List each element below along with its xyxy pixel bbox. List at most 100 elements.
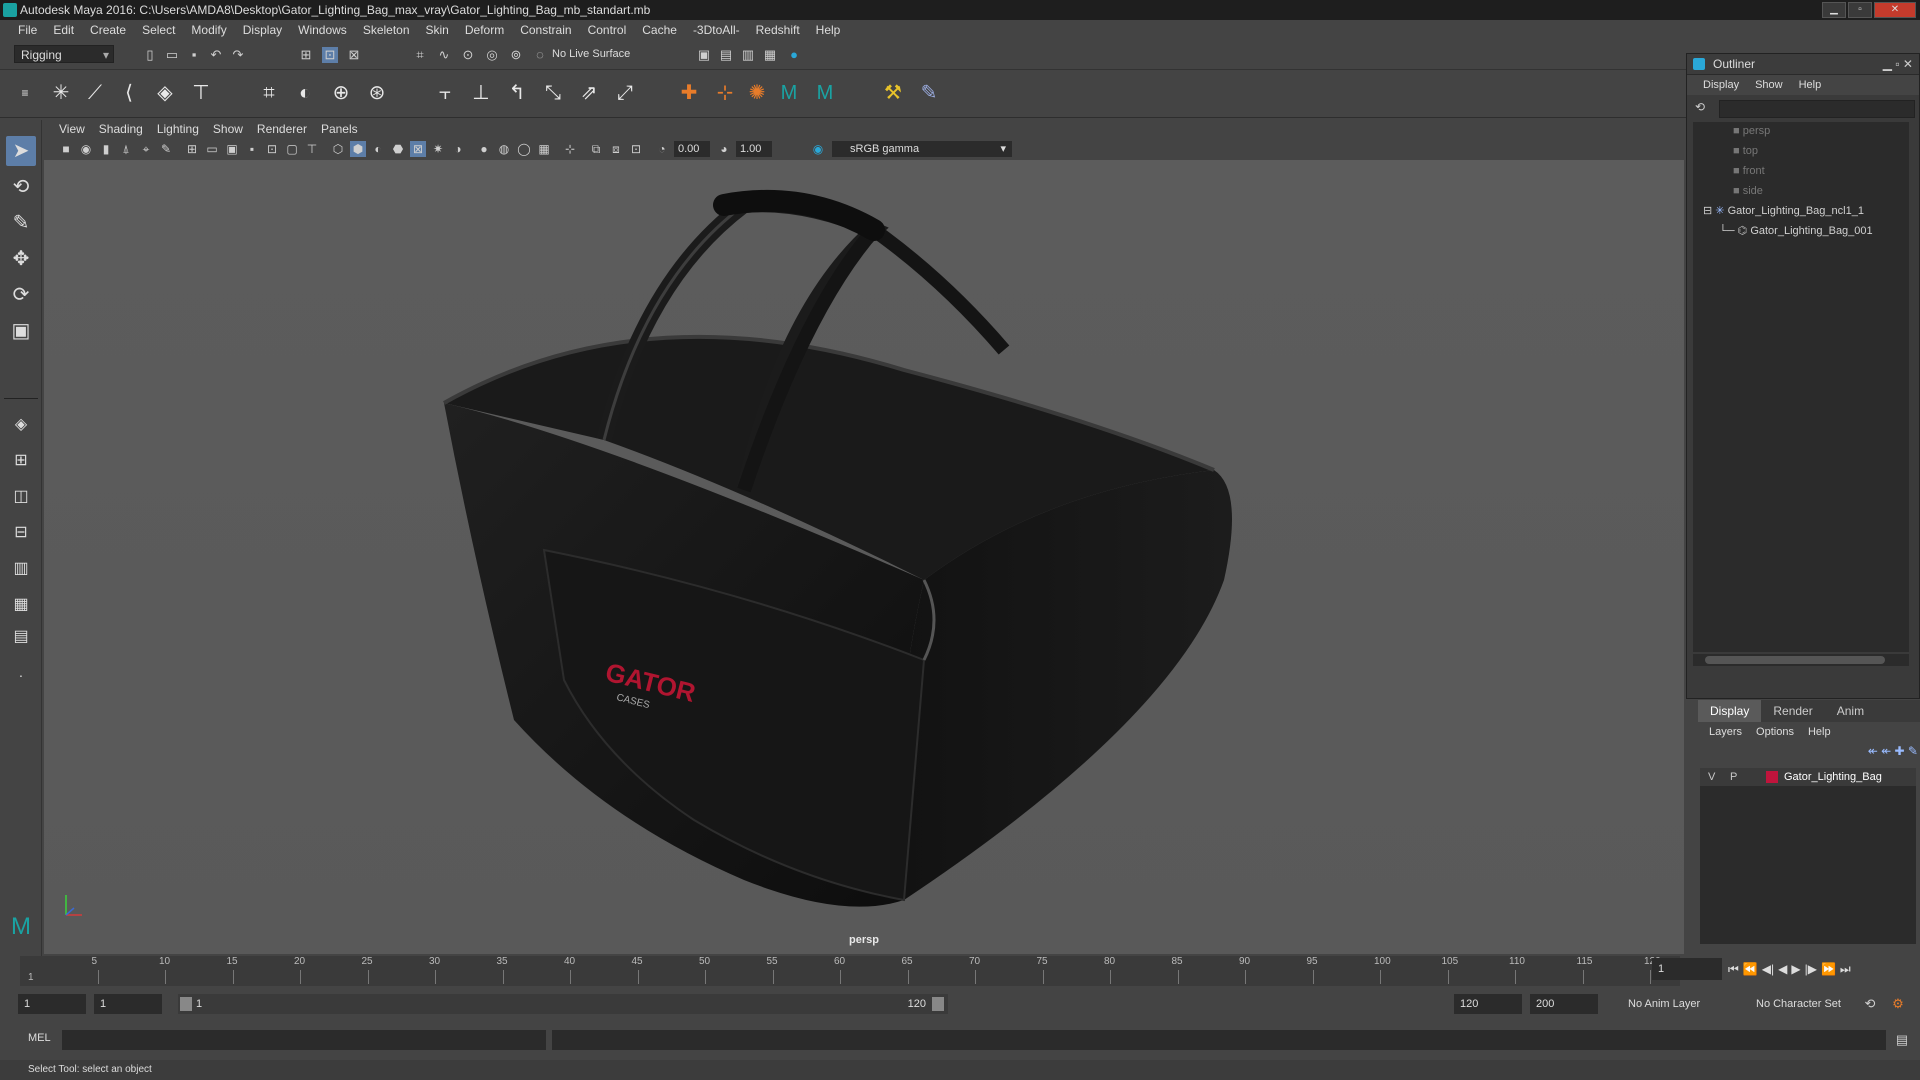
layer-color-swatch[interactable] xyxy=(1766,771,1778,783)
layer-menu-options[interactable]: Options xyxy=(1749,722,1801,742)
screen-space-ao-icon[interactable]: ● xyxy=(476,141,492,157)
snap-curve-icon[interactable]: ∿ xyxy=(436,47,452,63)
cluster-handle-icon[interactable]: ⊹ xyxy=(712,80,738,106)
auto-key-icon[interactable]: ⟲ xyxy=(1862,996,1878,1012)
layout-more-icon[interactable]: · xyxy=(6,660,36,690)
step-back-key-icon[interactable]: ⏪ xyxy=(1743,958,1758,980)
paint-weights-icon[interactable]: ⚒ xyxy=(880,80,906,106)
playback-range-bar[interactable]: 1 120 xyxy=(178,994,948,1014)
paint-select-icon[interactable]: ✎ xyxy=(6,208,36,238)
go-to-end-icon[interactable]: ⏭ xyxy=(1840,958,1851,980)
exposure-field[interactable]: 0.00 xyxy=(674,141,710,157)
layer-action-icons[interactable]: ↞ ↞ ✚ ✎ xyxy=(1818,744,1918,762)
soft-mod-icon[interactable]: ✺ xyxy=(744,80,770,106)
orient-constraint-icon[interactable]: ↰ xyxy=(504,80,530,106)
save-scene-icon[interactable]: ▪ xyxy=(186,47,202,63)
2d-pan-icon[interactable]: ⌖ xyxy=(138,141,154,157)
time-slider[interactable]: 1 5 10 15 20 25 30 35 40 45 50 55 60 65 70 75 80 85 90 95 10… xyxy=(20,956,1680,986)
tab-anim[interactable]: Anim xyxy=(1825,700,1876,722)
single-view-icon[interactable]: ◈ xyxy=(6,410,36,440)
bind-skin-icon[interactable]: ◈ xyxy=(152,80,178,106)
go-to-start-icon[interactable]: ⏮ xyxy=(1728,958,1739,980)
bookmark-icon[interactable]: ▮ xyxy=(98,141,114,157)
select-hierarchy-icon[interactable]: ⊞ xyxy=(298,47,314,63)
step-back-frame-icon[interactable]: ◀| xyxy=(1762,958,1774,980)
menu-skin[interactable]: Skin xyxy=(418,23,457,37)
menu-create[interactable]: Create xyxy=(82,23,134,37)
outliner-menu-show[interactable]: Show xyxy=(1747,75,1791,95)
menu-3dtoall[interactable]: -3DtoAll- xyxy=(685,23,748,37)
wrap-icon[interactable]: ⊕ xyxy=(328,80,354,106)
menu-windows[interactable]: Windows xyxy=(290,23,355,37)
play-forward-icon[interactable]: ▶ xyxy=(1791,958,1800,980)
film-gate-icon[interactable]: ▭ xyxy=(204,141,220,157)
outliner-menu-display[interactable]: Display xyxy=(1695,75,1747,95)
smooth-shade-icon[interactable]: ⬢ xyxy=(350,141,366,157)
vp-menu-renderer[interactable]: Renderer xyxy=(250,120,314,138)
scale-constraint-icon[interactable]: ⤡ xyxy=(540,80,566,106)
gate-mask-icon[interactable]: ▪ xyxy=(244,141,260,157)
menu-skeleton[interactable]: Skeleton xyxy=(355,23,418,37)
persp-hypershade-icon[interactable]: ▤ xyxy=(6,622,36,652)
camera-attr-icon[interactable]: ◉ xyxy=(78,141,94,157)
step-forward-key-icon[interactable]: ⏩ xyxy=(1821,958,1836,980)
snap-grid-icon[interactable]: ⌗ xyxy=(412,47,428,63)
anti-alias-icon[interactable]: ◯ xyxy=(516,141,532,157)
maya-home-icon[interactable]: M xyxy=(6,912,36,942)
outliner-h-scrollbar[interactable] xyxy=(1693,654,1909,666)
menu-edit[interactable]: Edit xyxy=(45,23,82,37)
motion-blur-icon[interactable]: ◍ xyxy=(496,141,512,157)
joint-tool-icon[interactable]: ✳ xyxy=(48,80,74,106)
shelf-menu-icon[interactable]: ≡ xyxy=(12,80,38,106)
minimize-button[interactable]: ▁ xyxy=(1822,2,1846,18)
menu-select[interactable]: Select xyxy=(134,23,183,37)
menu-deform[interactable]: Deform xyxy=(457,23,512,37)
close-button[interactable]: ✕ xyxy=(1874,2,1916,18)
select-camera-icon[interactable]: ■ xyxy=(58,141,74,157)
render-frame-icon[interactable]: ▤ xyxy=(718,47,734,63)
command-input[interactable] xyxy=(62,1030,546,1050)
ik-handle-icon[interactable]: ⟋ xyxy=(82,80,108,106)
view-transform-dropdown[interactable]: sRGB gamma xyxy=(832,141,1012,157)
safe-action-icon[interactable]: ▢ xyxy=(284,141,300,157)
grid-icon[interactable]: ⊞ xyxy=(184,141,200,157)
ik-spline-icon[interactable]: ⟨ xyxy=(116,80,142,106)
locator-icon[interactable]: ✚ xyxy=(676,80,702,106)
wireframe-on-shaded-icon[interactable]: ⬣ xyxy=(390,141,406,157)
persp-graph-icon[interactable]: ▦ xyxy=(6,590,36,620)
hik-character-icon[interactable]: M xyxy=(812,80,838,106)
hik-icon[interactable]: M xyxy=(776,80,802,106)
scale-tool-icon[interactable]: ▣ xyxy=(6,316,36,346)
field-chart-icon[interactable]: ⊡ xyxy=(264,141,280,157)
layer-menu-layers[interactable]: Layers xyxy=(1702,722,1749,742)
menu-redshift[interactable]: Redshift xyxy=(748,23,808,37)
aim-constraint-icon[interactable]: ⇗ xyxy=(576,80,602,106)
depth-of-field-icon[interactable]: ▦ xyxy=(536,141,552,157)
vp-menu-panels[interactable]: Panels xyxy=(314,120,365,138)
snap-view-icon[interactable]: ◌ xyxy=(532,47,548,63)
anim-prefs-icon[interactable]: ⚙ xyxy=(1890,996,1906,1012)
anim-start-field[interactable]: 1 xyxy=(94,994,162,1014)
grease-pencil-icon[interactable]: ✎ xyxy=(158,141,174,157)
layer-visibility[interactable]: V xyxy=(1708,768,1715,786)
outliner-window-controls[interactable]: ▁ ▫ ✕ xyxy=(1883,54,1913,74)
character-set-dropdown[interactable]: No Character Set xyxy=(1750,994,1866,1014)
outliner-search-input[interactable] xyxy=(1719,100,1915,118)
menu-help[interactable]: Help xyxy=(808,23,849,37)
vp-menu-shading[interactable]: Shading xyxy=(92,120,150,138)
outliner-item-mesh[interactable]: └─ ⌬ Gator_Lighting_Bag_001 xyxy=(1719,222,1873,240)
safe-title-icon[interactable]: ⊤ xyxy=(304,141,320,157)
live-surface-field[interactable]: No Live Surface xyxy=(552,46,652,62)
play-back-icon[interactable]: ◀ xyxy=(1778,958,1787,980)
viewport-scene[interactable]: GATOR CASES persp xyxy=(44,160,1684,954)
current-frame-field[interactable]: 1 xyxy=(1652,958,1722,980)
xray-joints-icon[interactable]: ⧈ xyxy=(608,141,624,157)
command-language-label[interactable]: MEL xyxy=(28,1032,51,1044)
two-view-side-icon[interactable]: ◫ xyxy=(6,482,36,512)
blend-shape-icon[interactable]: ⊛ xyxy=(364,80,390,106)
lasso-tool-icon[interactable]: ⟲ xyxy=(6,172,36,202)
menu-display[interactable]: Display xyxy=(235,23,290,37)
isolate-select-icon[interactable]: ⊹ xyxy=(562,141,578,157)
select-object-icon[interactable]: ⊡ xyxy=(322,47,338,63)
quick-rig-icon[interactable]: ⊤ xyxy=(188,80,214,106)
